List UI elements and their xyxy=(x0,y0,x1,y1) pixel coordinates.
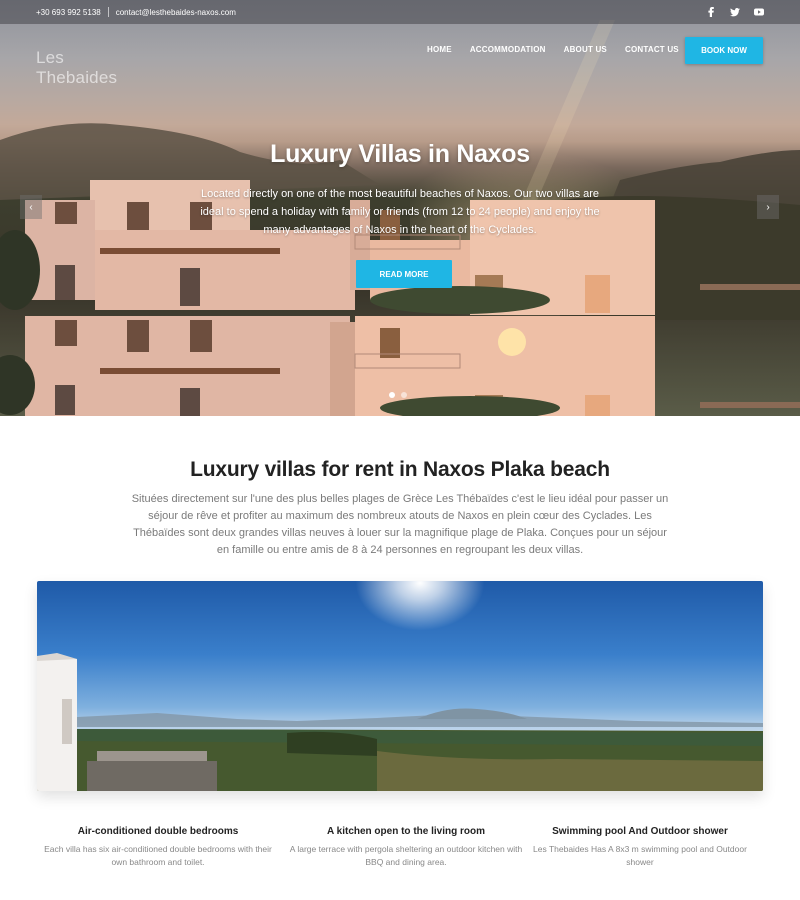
slider-next-arrow[interactable]: › xyxy=(757,195,779,219)
nav-item-home[interactable]: HOME xyxy=(427,45,452,54)
email-link[interactable]: contact@lesthebaides-naxos.com xyxy=(116,8,236,17)
phone-number[interactable]: +30 693 992 5138 xyxy=(36,8,101,17)
slider-pagination xyxy=(389,392,407,398)
slider-dot[interactable] xyxy=(389,392,395,398)
nav-item-accommodation[interactable]: ACCOMMODATION xyxy=(470,45,546,54)
feature-title: Air-conditioned double bedrooms xyxy=(77,826,239,837)
feature-pool: Swimming pool And Outdoor shower Les The… xyxy=(520,826,760,869)
nav-item-contact-us[interactable]: CONTACT US xyxy=(625,45,679,54)
topbar-divider xyxy=(107,7,109,17)
nav-item-about-us[interactable]: ABOUT US xyxy=(564,45,607,54)
villa-panorama-photo xyxy=(37,581,763,791)
top-contact-bar: +30 693 992 5138 contact@lesthebaides-na… xyxy=(0,0,800,24)
facebook-icon[interactable] xyxy=(706,7,716,17)
section-title: Luxury villas for rent in Naxos Plaka be… xyxy=(190,458,610,481)
chevron-left-icon: ‹ xyxy=(29,201,33,213)
twitter-icon[interactable] xyxy=(730,7,740,17)
panorama-landscape xyxy=(37,653,763,791)
youtube-icon[interactable] xyxy=(754,7,764,17)
main-navigation: HOME ACCOMMODATION ABOUT US CONTACT US xyxy=(427,45,697,54)
hero-title: Luxury Villas in Naxos xyxy=(270,140,530,168)
site-logo[interactable]: Les Thebaides xyxy=(36,34,146,87)
feature-bedrooms: Air-conditioned double bedrooms Each vil… xyxy=(38,826,278,869)
read-more-button[interactable]: READ MORE xyxy=(356,260,452,288)
slider-prev-arrow[interactable]: ‹ xyxy=(20,195,42,219)
slider-dot[interactable] xyxy=(401,392,407,398)
social-links xyxy=(706,7,764,17)
hero-description: Located directly on one of the most beau… xyxy=(200,188,600,236)
chevron-right-icon: › xyxy=(766,201,770,213)
feature-text: Les Thebaides Has A 8x3 m swimming pool … xyxy=(533,844,747,867)
feature-text: Each villa has six air-conditioned doubl… xyxy=(44,844,272,867)
feature-title: A kitchen open to the living room xyxy=(327,826,485,837)
feature-kitchen: A kitchen open to the living room A larg… xyxy=(286,826,526,869)
feature-text: A large terrace with pergola sheltering … xyxy=(289,844,523,867)
feature-title: Swimming pool And Outdoor shower xyxy=(552,826,728,837)
book-now-button[interactable]: BOOK NOW xyxy=(685,37,763,64)
hero-slider: +30 693 992 5138 contact@lesthebaides-na… xyxy=(0,0,800,416)
section-description: Situées directement sur l'une des plus b… xyxy=(131,493,669,556)
